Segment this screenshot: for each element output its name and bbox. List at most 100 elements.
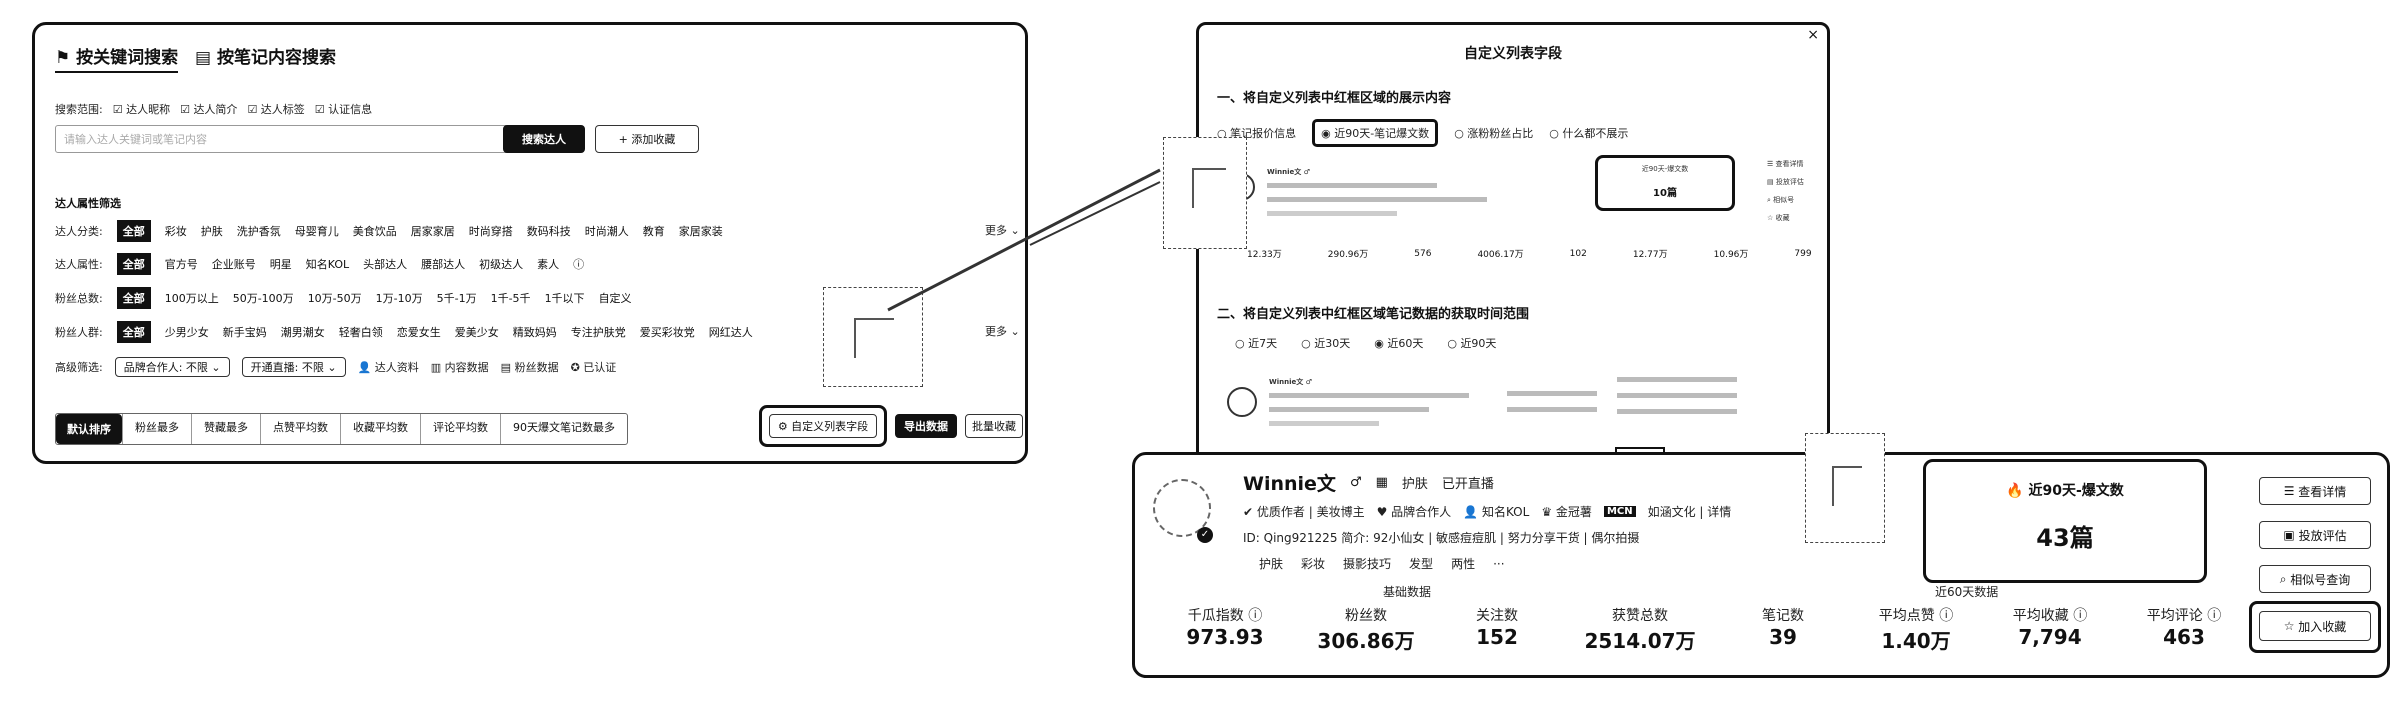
- fire-icon: 🔥: [2006, 483, 2024, 499]
- person-icon: 👤: [1463, 505, 1479, 519]
- radio-label: 近7天: [1248, 337, 1278, 350]
- stat-label: 平均评论 ⓘ: [2146, 608, 2222, 624]
- badge-row: ✔ 优质作者 | 美妆博主 ♥ 品牌合作人 👤 知名KOL ♛ 金冠薯 MCN …: [1243, 503, 1731, 520]
- preview-action: ⌕ 相似号: [1767, 196, 1795, 204]
- section-2-title: 二、将自定义列表中红框区域笔记数据的获取时间范围: [1217, 307, 1530, 322]
- preview-stat: 12.33万: [1247, 250, 1282, 260]
- topic-tag: 发型: [1409, 557, 1434, 571]
- author-badge: ✔ 优质作者 | 美妆博主: [1243, 503, 1365, 520]
- radio-option-selected[interactable]: ◉ 近60天: [1374, 335, 1423, 351]
- display-options: ○ 笔记报价信息 ◉ 近90天-笔记爆文数 ○ 涨粉粉丝占比 ○ 什么都不展示: [1217, 119, 1628, 147]
- live-tag: 已开直播: [1441, 477, 1494, 492]
- topic-tag: 护肤: [1259, 557, 1284, 571]
- stat-value: 306.86万: [1317, 629, 1415, 653]
- name-row: Winnie文 ♂ ▦ 护肤 已开直播: [1243, 469, 1494, 496]
- preview-line: [1617, 409, 1737, 414]
- preview-action: ▤ 投放评估: [1767, 178, 1804, 186]
- radio-option[interactable]: ○ 近7天: [1235, 335, 1277, 351]
- preview-stat: 4006.17万: [1477, 250, 1524, 260]
- stat: 千瓜指数 ⓘ 973.93: [1175, 605, 1275, 649]
- stat: 平均评论 ⓘ 463: [2129, 605, 2239, 649]
- badge-label: 知名KOL: [1481, 505, 1530, 519]
- radio-label: 什么都不展示: [1562, 127, 1629, 140]
- mcn-badge: MCN: [1603, 506, 1636, 517]
- radio-label: 近90天: [1460, 337, 1497, 350]
- radio-option-selected[interactable]: ◉ 近90天-笔记爆文数: [1312, 119, 1439, 147]
- badge-label: 金冠薯: [1555, 505, 1592, 519]
- topic-more[interactable]: ···: [1493, 557, 1504, 571]
- preview-line: [1267, 183, 1437, 188]
- zoom-source-box: [1163, 137, 1247, 249]
- gold-badge: ♛ 金冠薯: [1541, 503, 1592, 520]
- preview-line: [1507, 407, 1597, 412]
- stat-value: 1.40万: [1881, 629, 1951, 653]
- button-label: 查看详情: [2298, 484, 2347, 499]
- tag: 护肤: [1401, 477, 1428, 492]
- viral-notes-value: 43篇: [2036, 524, 2094, 552]
- stat-label: 获赞总数: [1612, 608, 1668, 624]
- stat-value: 152: [1476, 625, 1518, 649]
- time-range-options: ○ 近7天 ○ 近30天 ◉ 近60天 ○ 近90天: [1235, 335, 1496, 351]
- stat-value: 7,794: [2018, 625, 2082, 649]
- radio-label: 近30天: [1314, 337, 1351, 350]
- stat: 笔记数 39: [1733, 605, 1833, 649]
- preview-stat: 576: [1414, 248, 1432, 259]
- radio-option[interactable]: ○ 什么都不展示: [1549, 125, 1628, 141]
- preview-stat: 10.96万: [1713, 250, 1749, 260]
- radio-option[interactable]: ○ 近30天: [1301, 335, 1350, 351]
- mcn-link[interactable]: 如涵文化 | 详情: [1648, 503, 1732, 520]
- preview-action: ☆ 收藏: [1767, 214, 1790, 222]
- verified-icon: ✓: [1197, 527, 1213, 543]
- stat-value: 973.93: [1186, 625, 1264, 649]
- avatar: [1227, 387, 1257, 417]
- radio-label: 近90天-笔记爆文数: [1334, 127, 1430, 140]
- stat-label: 平均收藏 ⓘ: [2012, 608, 2088, 624]
- modal-title: 自定义列表字段: [1464, 46, 1562, 62]
- heart-icon: ♥: [1376, 505, 1388, 519]
- stat-label: 关注数: [1476, 608, 1518, 624]
- preview-line: [1507, 391, 1597, 396]
- preview-box-title: 近90天-爆文数: [1641, 165, 1689, 173]
- radio-option[interactable]: ○ 涨粉粉丝占比: [1454, 125, 1533, 141]
- crown-icon: ♛: [1541, 505, 1553, 519]
- button-label: 投放评估: [2298, 528, 2347, 543]
- blogger-name[interactable]: Winnie文: [1243, 469, 1336, 496]
- view-details-button[interactable]: ☰ 查看详情: [2259, 477, 2371, 505]
- badge-label: 优质作者 | 美妆博主: [1256, 505, 1365, 519]
- topic-tag: 两性: [1451, 557, 1476, 571]
- close-icon[interactable]: ×: [1807, 27, 1819, 43]
- radio-option[interactable]: ○ 近90天: [1447, 335, 1496, 351]
- stat: 获赞总数 2514.07万: [1575, 605, 1705, 654]
- radio-label: 近60天: [1387, 337, 1424, 350]
- stat-label: 笔记数: [1762, 608, 1804, 624]
- title-text: 近90天-爆文数: [2028, 483, 2124, 499]
- similar-account-button[interactable]: ⌕ 相似号查询: [2259, 565, 2371, 593]
- preview-line: [1617, 393, 1737, 398]
- preview-line: [1267, 197, 1487, 202]
- preview-line: [1269, 407, 1429, 412]
- qrcode-icon[interactable]: ▦: [1376, 475, 1388, 490]
- button-label: 相似号查询: [2290, 572, 2351, 587]
- preview-action: ☰ 查看详情: [1767, 160, 1804, 168]
- basic-data-label: 基础数据: [1383, 585, 1432, 599]
- stat-label: 粉丝数: [1345, 608, 1387, 624]
- placeholder-image: [1192, 168, 1226, 208]
- viral-notes-title: 🔥 近90天-爆文数: [1926, 480, 2204, 500]
- preview-stat: 290.96万: [1327, 250, 1369, 260]
- placement-eval-button[interactable]: ▣ 投放评估: [2259, 521, 2371, 549]
- preview-line: [1269, 393, 1469, 398]
- stat-label: 平均点赞 ⓘ: [1878, 608, 1954, 624]
- preview-card-1: Winnie文 ♂ 近90天-爆文数 10篇 ☰ 查看详情 ▤ 投放评估 ⌕ 相…: [1217, 153, 1817, 283]
- preview-name: Winnie文 ♂: [1267, 168, 1310, 176]
- stat-value: 463: [2163, 625, 2205, 649]
- preview-highlight-box: 近90天-爆文数 10篇: [1595, 155, 1735, 211]
- section-1-title: 一、将自定义列表中红框区域的展示内容: [1217, 91, 1452, 106]
- topic-tag: 彩妆: [1301, 557, 1326, 571]
- preview-stat: 799: [1794, 248, 1812, 259]
- recent-data-label: 近60天数据: [1935, 585, 1999, 599]
- placeholder-image: [1832, 466, 1862, 506]
- id-bio-line: ID: Qing921225 简介: 92小仙女 | 敏感痘痘肌 | 努力分享干…: [1243, 531, 1640, 545]
- brand-partner-badge: ♥ 品牌合作人: [1377, 503, 1452, 520]
- blogger-card: ✓ Winnie文 ♂ ▦ 护肤 已开直播 ✔ 优质作者 | 美妆博主 ♥ 品牌…: [1132, 433, 2390, 678]
- add-favorite-button[interactable]: ☆ 加入收藏: [2259, 611, 2371, 641]
